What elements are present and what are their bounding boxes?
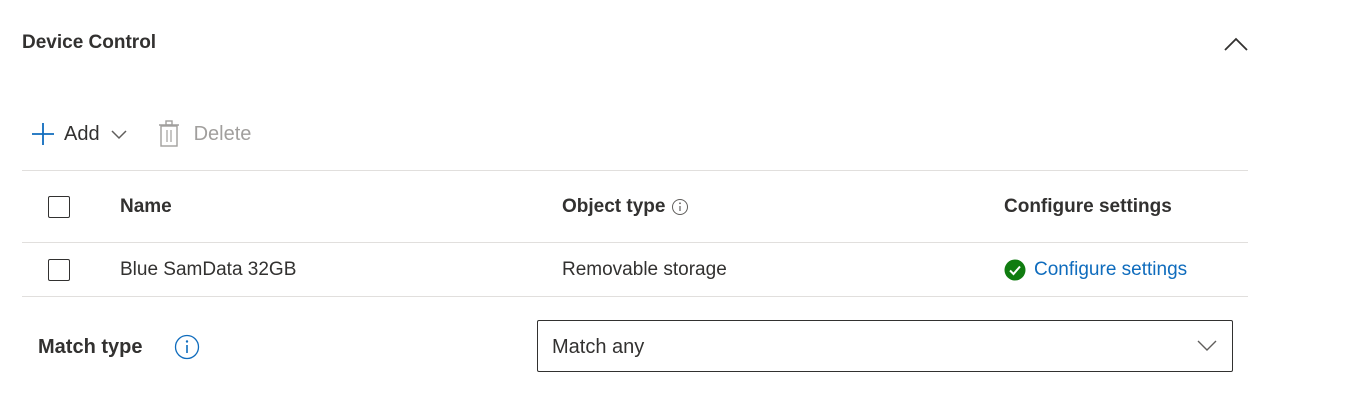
column-header-configure-settings[interactable]: Configure settings <box>1004 171 1172 242</box>
add-button-label: Add <box>64 122 100 145</box>
info-icon[interactable] <box>671 198 689 216</box>
match-type-row: Match type Match any <box>0 318 1260 374</box>
match-type-label: Match type <box>38 336 143 358</box>
row-configure-settings: Configure settings <box>1004 243 1187 296</box>
column-header-object-type-label: Object type <box>562 195 666 217</box>
collapse-button[interactable] <box>1218 28 1254 60</box>
section-title: Device Control <box>22 32 157 53</box>
add-menu-chevron[interactable] <box>110 128 128 140</box>
info-icon[interactable] <box>174 334 200 365</box>
chevron-up-icon <box>1224 37 1248 51</box>
add-button[interactable]: Add <box>30 121 128 147</box>
delete-button[interactable]: Delete <box>158 120 252 148</box>
table-row[interactable]: Blue SamData 32GB Removable storage Conf… <box>22 242 1248 297</box>
device-table: Name Object type Configure settings Blue… <box>22 170 1248 297</box>
column-header-object-type[interactable]: Object type <box>562 171 689 242</box>
delete-button-label: Delete <box>193 122 252 145</box>
toolbar: Add Delete <box>30 114 251 154</box>
trash-icon <box>158 120 179 147</box>
plus-icon <box>32 123 54 145</box>
checkmark-circle-icon <box>1004 259 1026 281</box>
row-select-cell <box>48 243 70 296</box>
match-type-selected-value: Match any <box>552 336 645 358</box>
select-all-checkbox[interactable] <box>48 195 70 218</box>
row-checkbox[interactable] <box>48 258 70 281</box>
select-all-cell <box>48 171 70 242</box>
chevron-down-icon <box>1196 337 1218 358</box>
chevron-down-icon <box>111 130 127 140</box>
row-object-type: Removable storage <box>562 258 727 280</box>
table-header-row: Name Object type Configure settings <box>22 170 1248 242</box>
device-control-panel: Device Control Add Delete Name Object ty… <box>0 0 1346 418</box>
configure-settings-link[interactable]: Configure settings <box>1034 259 1187 281</box>
match-type-select[interactable]: Match any <box>537 320 1233 372</box>
column-header-name[interactable]: Name <box>120 171 172 242</box>
section-header[interactable]: Device Control <box>0 18 1260 70</box>
row-name: Blue SamData 32GB <box>120 258 297 280</box>
